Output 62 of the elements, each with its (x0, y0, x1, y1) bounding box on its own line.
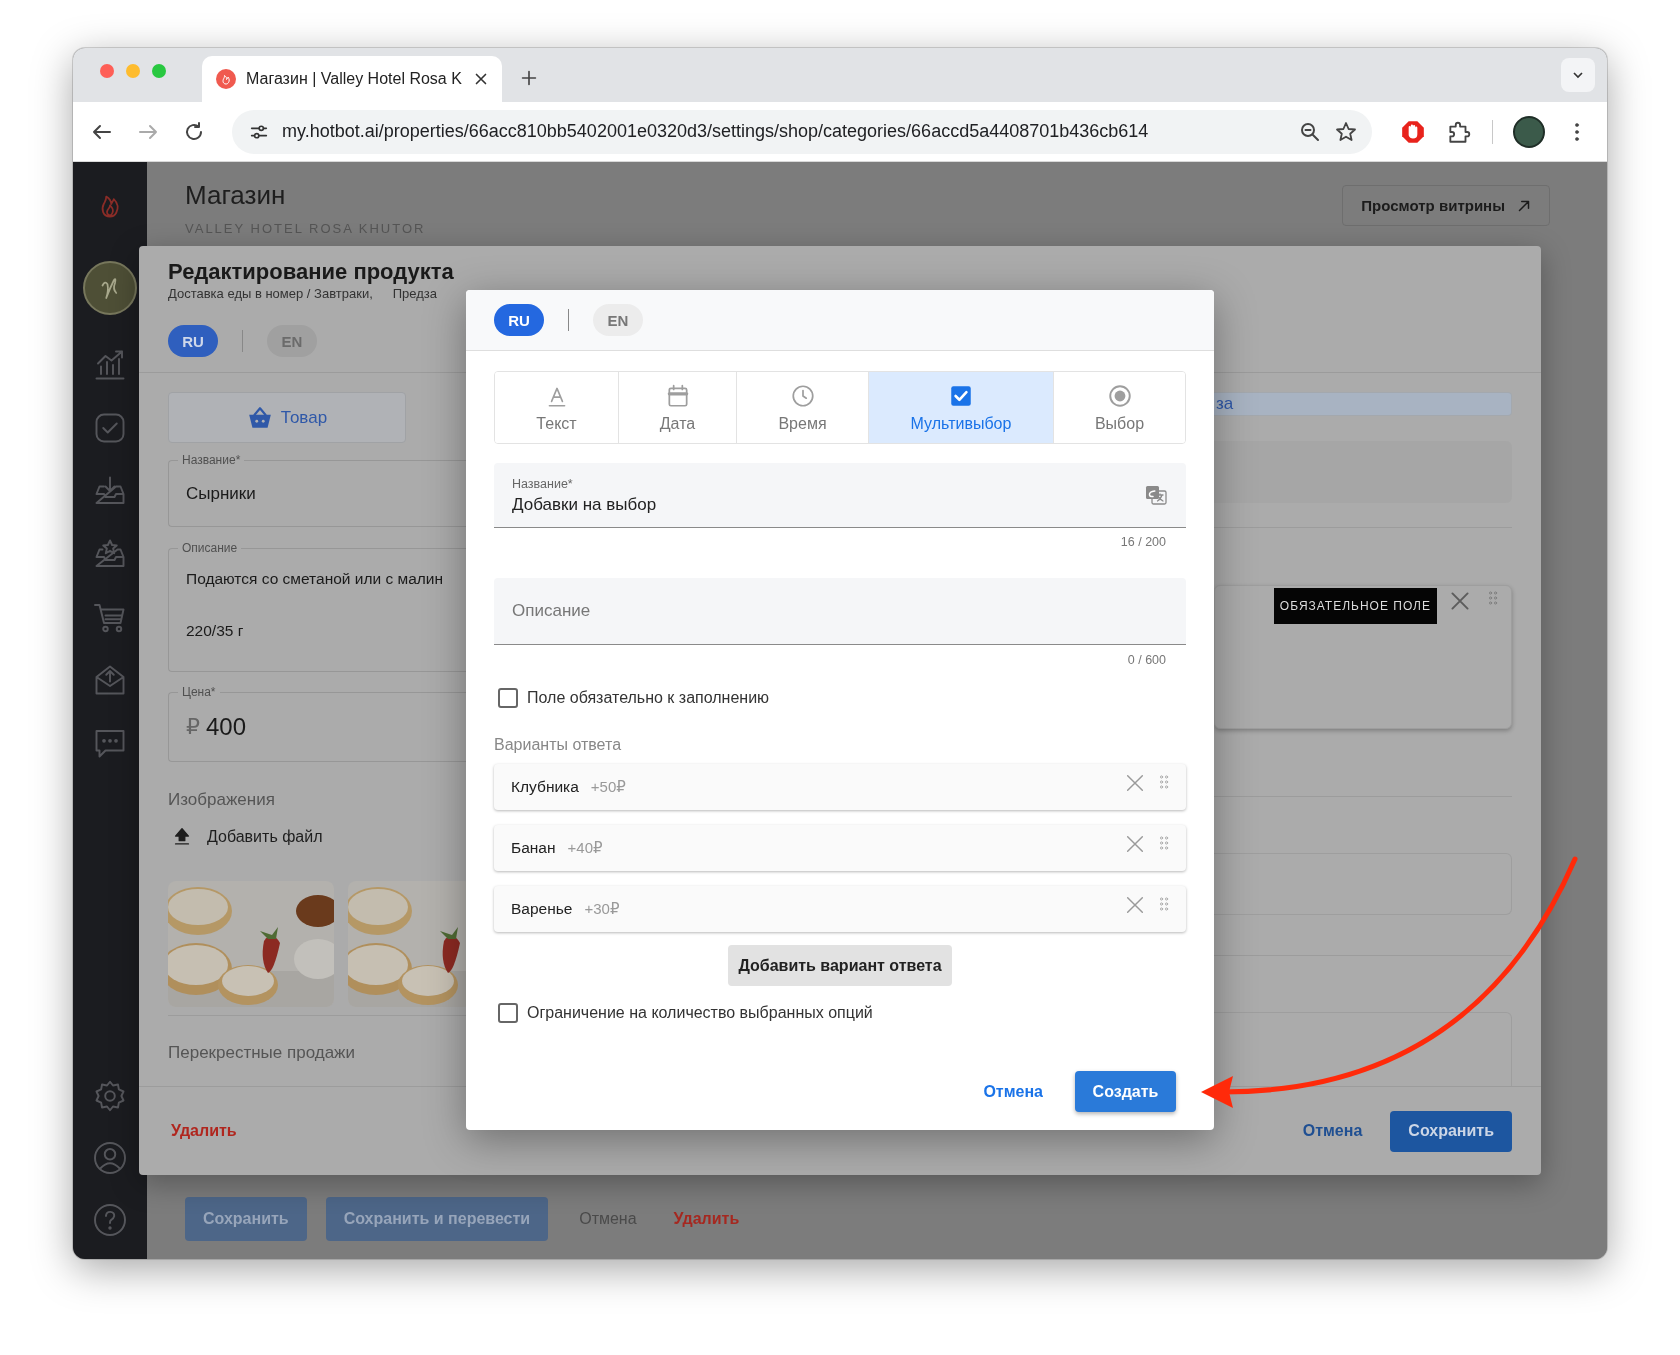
language-tab[interactable]: RU (494, 304, 544, 336)
character-counter: 0 / 600 (1127, 652, 1166, 668)
stop-sign-icon[interactable] (1400, 118, 1426, 145)
section-label: Перекрестные продажи (168, 1043, 356, 1063)
checkbox[interactable] (498, 1003, 518, 1023)
checkbox-label: Поле обязательно к заполнению (527, 689, 770, 707)
maximize-window-button[interactable] (152, 64, 166, 78)
option-price: +30₽ (584, 900, 620, 918)
option-name: Варенье (511, 900, 573, 918)
address-bar[interactable]: my.hotbot.ai/properties/66acc810bb5402001e0320d3/settings/shop/categories/66accd5a4408701b436cb614 (232, 109, 1372, 154)
character-counter: 16 / 200 (1120, 534, 1166, 550)
option-name: Клубника (511, 778, 579, 796)
storefront-button[interactable]: Просмотр витрины (1342, 185, 1550, 226)
option-price: +50₽ (590, 778, 626, 796)
option-price: +40₽ (567, 839, 603, 857)
option-name: Банан (511, 839, 556, 857)
cancel-button[interactable]: Отмена (1296, 1121, 1369, 1141)
field-label: Название* (512, 475, 574, 492)
section-label: Варианты ответа (494, 735, 623, 755)
required-tag: ОБЯЗАТЕЛЬНОЕ ПОЛЕ (1273, 588, 1437, 624)
field-type-tab[interactable]: Текст (495, 372, 619, 443)
form-field[interactable] (1214, 1012, 1512, 1086)
bookmark-star-icon[interactable] (1334, 119, 1358, 144)
minimize-window-button[interactable] (126, 64, 140, 78)
field-type-tab[interactable]: Мультивыбор (869, 372, 1054, 443)
section-label: Изображения (168, 790, 276, 810)
browser-tab[interactable]: Магазин | Valley Hotel Rosa K (202, 56, 502, 102)
favicon-icon (216, 69, 236, 89)
add-option-button[interactable]: Добавить вариант ответа (728, 945, 952, 986)
description-input[interactable]: Описание (512, 601, 1168, 621)
form-field[interactable] (1214, 441, 1512, 503)
page-title: Магазин (185, 179, 287, 211)
name-input[interactable]: Добавки на выбор (512, 494, 1144, 515)
clock-icon (789, 382, 816, 409)
dialog-title: Редактирование продукта (168, 259, 455, 285)
add-file-button[interactable]: Добавить файл (168, 825, 466, 849)
help-icon[interactable] (92, 1202, 128, 1238)
delete-button[interactable]: Удалить (165, 1121, 243, 1141)
avatar[interactable] (83, 261, 137, 315)
breadcrumb: Предза (392, 286, 438, 302)
language-tab[interactable]: RU (168, 325, 218, 357)
product-tab[interactable]: за (1214, 392, 1512, 416)
language-tab[interactable]: EN (593, 304, 643, 336)
checkbox[interactable] (498, 688, 518, 708)
save-button[interactable]: Сохранить (1390, 1110, 1512, 1152)
breadcrumb: Доставка еды в номер / Завтраки, (168, 286, 373, 302)
translate-icon[interactable] (1144, 483, 1168, 507)
checkbox-label: Ограничение на количество выбранных опций (527, 1004, 873, 1022)
description-field[interactable]: Описание (494, 578, 1186, 645)
cancel-button[interactable]: Отмена (977, 1081, 1049, 1102)
basket-icon (246, 404, 273, 431)
form-field[interactable] (1214, 853, 1512, 915)
profile-avatar[interactable] (1513, 115, 1545, 148)
tab-search-button[interactable] (1561, 58, 1595, 92)
radio-icon (1106, 382, 1133, 409)
user-icon[interactable] (92, 1140, 128, 1176)
name-field[interactable]: Название* Добавки на выбор (494, 463, 1186, 528)
action-button[interactable]: Сохранить (185, 1197, 307, 1241)
close-window-button[interactable] (100, 64, 114, 78)
action-button[interactable]: Сохранить и перевести (325, 1197, 549, 1241)
product-tab[interactable]: Товар (168, 392, 406, 443)
create-button[interactable]: Создать (1075, 1071, 1176, 1112)
